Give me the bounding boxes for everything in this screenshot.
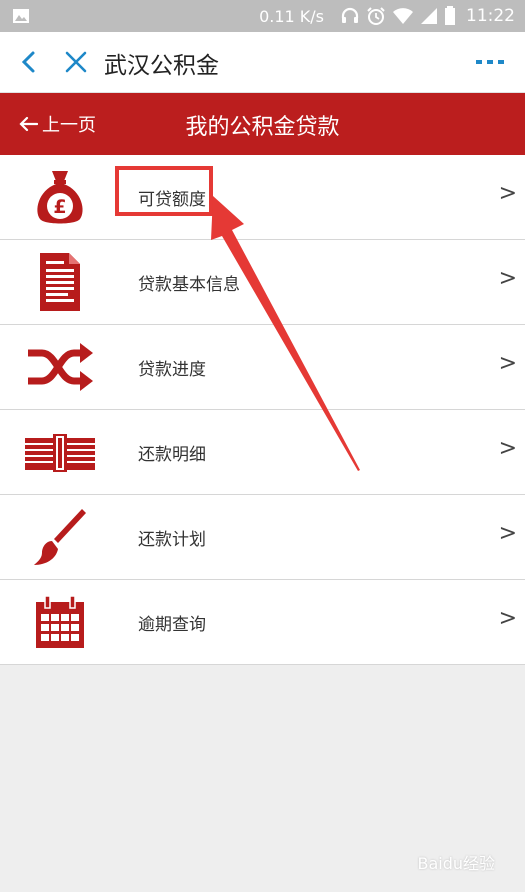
- annotation-arrow: [211, 196, 360, 471]
- watermark: Baidu经验: [417, 854, 495, 873]
